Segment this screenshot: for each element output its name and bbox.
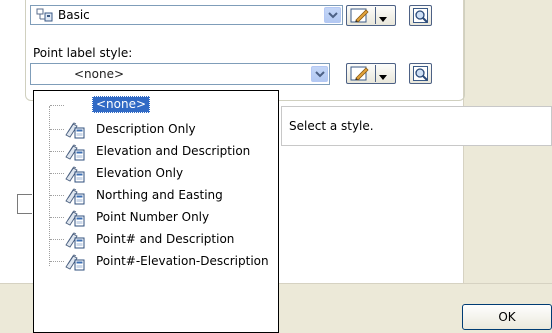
point-label-style-value: <none> xyxy=(74,67,125,81)
tooltip-text: Select a style. xyxy=(289,119,374,133)
edit-style-button[interactable] xyxy=(346,5,396,26)
list-item-label: Point#-Elevation-Description xyxy=(96,254,269,268)
point-label-style-label: Point label style: xyxy=(33,46,133,60)
tree-line xyxy=(50,261,64,262)
split-divider xyxy=(375,7,376,24)
tooltip: Select a style. xyxy=(281,106,552,146)
style-combobox[interactable]: Basic xyxy=(30,5,343,25)
side-control[interactable] xyxy=(17,194,32,214)
preview-point-label-style-button[interactable] xyxy=(409,63,432,84)
style-dropdown-list[interactable]: <none> Description Only Elevation and Des… xyxy=(33,90,279,333)
ok-button[interactable]: OK xyxy=(462,304,552,330)
chevron-down-icon[interactable] xyxy=(378,12,388,26)
edit-pencil-icon xyxy=(348,7,374,24)
split-divider xyxy=(375,65,376,82)
list-item-label: Elevation Only xyxy=(96,166,184,180)
edit-pencil-icon xyxy=(348,65,374,82)
list-item[interactable]: Point Number Only xyxy=(34,206,274,228)
magnifier-icon xyxy=(412,65,430,85)
tree-line xyxy=(50,173,64,174)
point-label-style-combobox[interactable]: <none> xyxy=(30,63,330,85)
list-item-label: Point# and Description xyxy=(96,232,235,246)
tree-line xyxy=(50,129,64,130)
list-item[interactable]: Northing and Easting xyxy=(34,184,274,206)
tree-line xyxy=(50,239,64,240)
chevron-down-icon[interactable] xyxy=(311,66,328,82)
chevron-down-icon[interactable] xyxy=(378,70,388,84)
list-item[interactable]: Elevation and Description xyxy=(34,140,274,162)
list-item[interactable]: Point# and Description xyxy=(34,228,274,250)
edit-point-label-style-button[interactable] xyxy=(346,63,396,84)
preview-style-button[interactable] xyxy=(409,5,432,26)
magnifier-icon xyxy=(412,7,430,27)
style-icon xyxy=(36,7,54,26)
tree-line xyxy=(50,195,64,196)
list-item-label: Description Only xyxy=(96,122,196,136)
tree-line xyxy=(50,151,64,152)
list-item-none[interactable]: <none> xyxy=(34,91,274,113)
selected-item-label: <none> xyxy=(92,96,151,113)
list-item[interactable]: Point#-Elevation-Description xyxy=(34,250,274,272)
list-item-label: Elevation and Description xyxy=(96,144,251,158)
list-item-label: Point Number Only xyxy=(96,210,210,224)
list-item-label: Northing and Easting xyxy=(96,188,223,202)
tree-line xyxy=(50,217,64,218)
tree-line xyxy=(50,105,64,106)
chevron-down-icon[interactable] xyxy=(324,7,341,23)
list-item[interactable]: Elevation Only xyxy=(34,162,274,184)
style-combobox-value: Basic xyxy=(58,8,90,22)
label-style-icon xyxy=(64,251,90,275)
list-item[interactable]: Description Only xyxy=(34,118,274,140)
